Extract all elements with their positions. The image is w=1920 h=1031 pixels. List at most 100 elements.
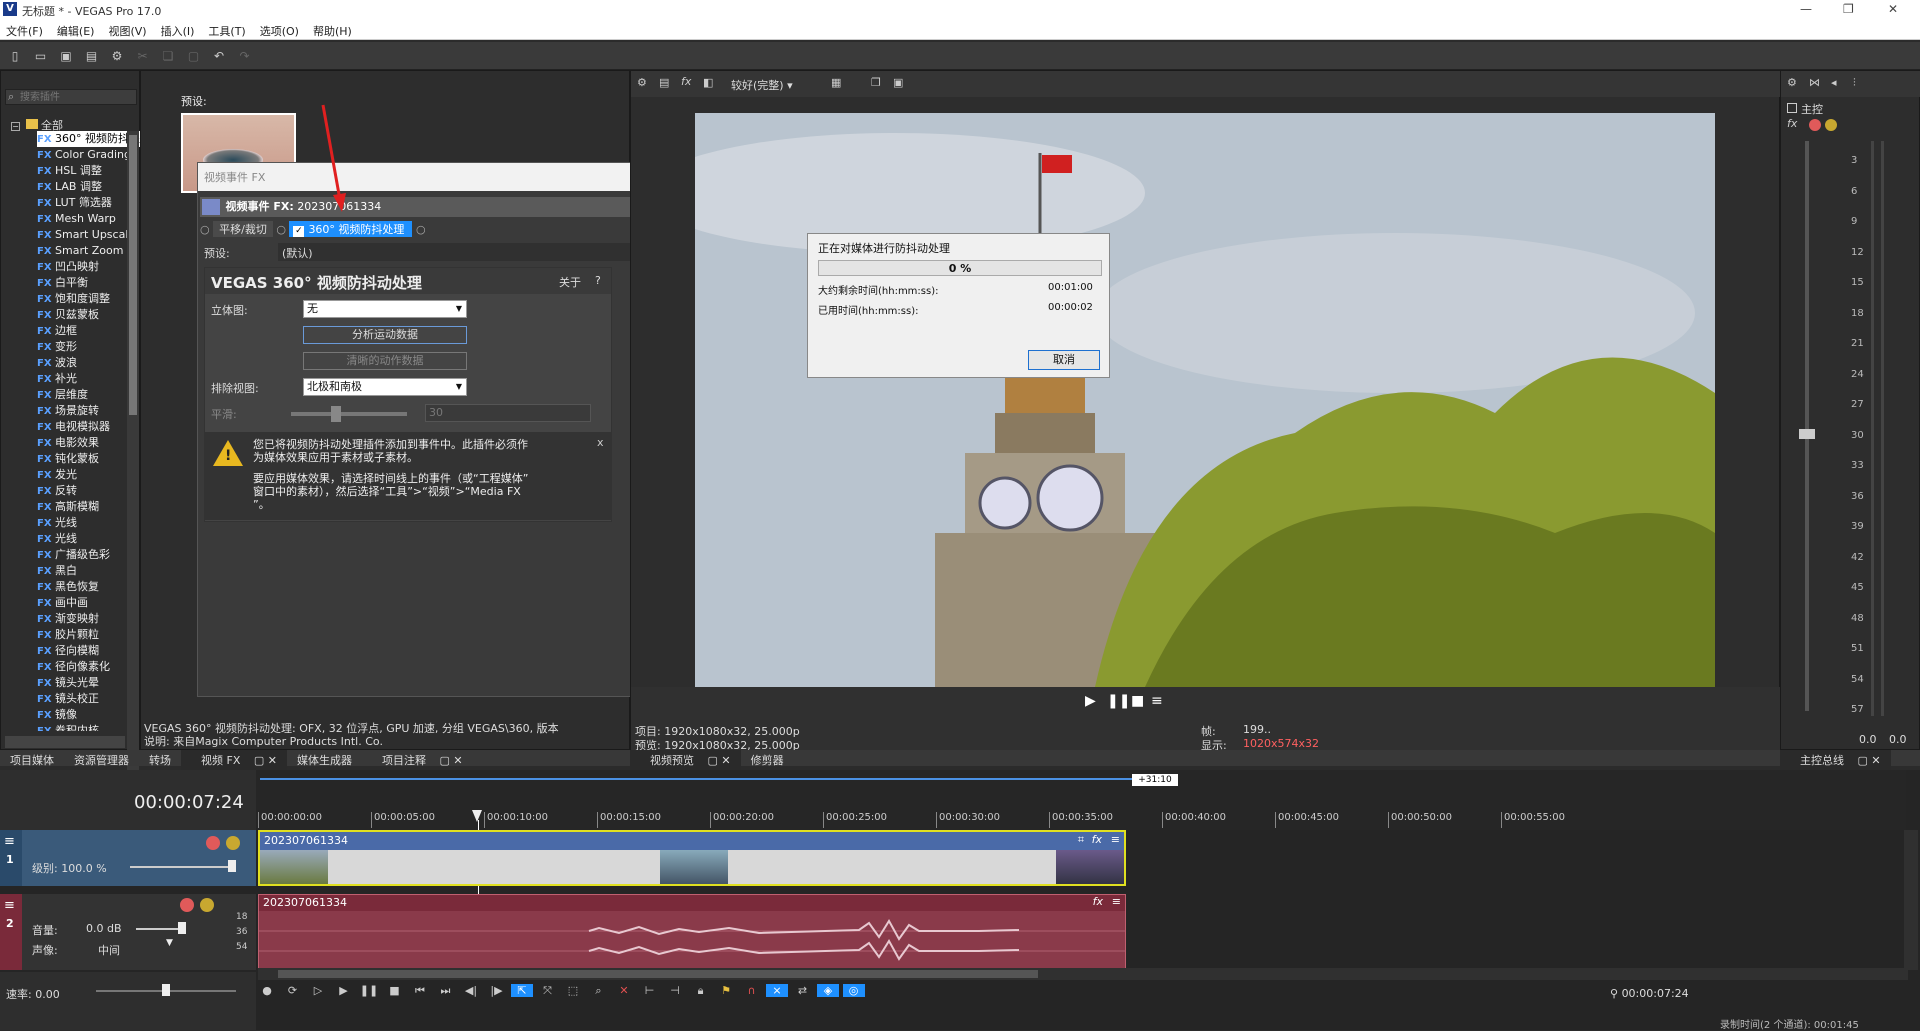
loop-region[interactable]	[260, 778, 1132, 780]
about-link[interactable]: 关于	[559, 274, 581, 290]
new-file-icon[interactable]: ▯	[5, 46, 25, 66]
tab-transitions[interactable]: 转场	[139, 751, 181, 769]
chain-item-stabilize[interactable]: ✓ 360° 视频防抖处理	[289, 221, 413, 237]
ripple-edit-icon[interactable]: ⇄	[792, 984, 814, 997]
tab-master-bus[interactable]: 主控总线 ▢ ✕	[1780, 750, 1891, 770]
redo-icon[interactable]: ↷	[235, 46, 255, 66]
video-clip[interactable]: 202307061334 ⌗ fx ≡	[258, 830, 1126, 886]
go-to-start-icon[interactable]: ⏮	[409, 984, 431, 998]
stop-icon[interactable]: ■	[1131, 693, 1144, 709]
overlay-grid-icon[interactable]: ▦	[831, 76, 841, 89]
smooth-slider-handle[interactable]	[331, 406, 341, 422]
chain-item-checkbox[interactable]: ✓	[293, 226, 305, 237]
plugin-search-input[interactable]	[20, 91, 134, 104]
menu-help[interactable]: 帮助(H)	[307, 20, 360, 39]
paste-icon[interactable]: ▢	[184, 46, 204, 66]
tab-media-generators[interactable]: 媒体生成器	[287, 751, 362, 769]
smooth-slider[interactable]	[291, 412, 407, 416]
save-snapshot-icon[interactable]: ▣	[893, 76, 903, 89]
audio-mute-icon[interactable]	[180, 898, 194, 912]
minimize-icon[interactable]: —	[1800, 2, 1812, 16]
track-menu-icon[interactable]: ≡	[0, 894, 22, 917]
delete-icon[interactable]: ✕	[613, 984, 635, 997]
go-to-end-icon[interactable]: ⏭	[435, 984, 457, 998]
marker-icon[interactable]: ⚑	[715, 984, 737, 997]
chain-item-pan-crop[interactable]: 平移/裁切	[213, 221, 273, 237]
audio-solo-icon[interactable]	[200, 898, 214, 912]
video-mute-icon[interactable]	[206, 836, 220, 850]
lock-icon[interactable]: 🔒︎	[690, 984, 712, 998]
split-icon[interactable]: ⊣	[664, 984, 686, 997]
timeline-vscrollbar[interactable]	[1904, 830, 1918, 970]
plugin-scrollbar[interactable]	[127, 131, 139, 811]
loop-icon[interactable]: ⟳	[282, 984, 304, 997]
clip-menu-icon[interactable]: ≡	[1112, 895, 1121, 908]
track-menu-icon[interactable]: ≡	[0, 830, 22, 853]
save-icon[interactable]: ▣	[56, 46, 76, 66]
rate-slider-handle[interactable]	[162, 984, 170, 996]
master-settings-gear-icon[interactable]: ⚙	[1787, 76, 1797, 89]
timeline-ruler[interactable]: +31:10 00:00:00:00 00:00:05:00 00:00:10:00…	[256, 770, 1906, 830]
smooth-input[interactable]: 30	[425, 404, 591, 422]
tab-explorer[interactable]: 资源管理器	[64, 751, 139, 769]
preview-device-icon[interactable]: ▤	[659, 76, 669, 89]
master-fader-track[interactable]	[1805, 141, 1809, 711]
master-fader-handle[interactable]	[1799, 429, 1815, 439]
volume-slider-handle[interactable]	[178, 922, 186, 934]
play-from-start-icon[interactable]: ▷	[307, 984, 329, 997]
copy-snapshot-icon[interactable]: ❐	[871, 76, 881, 89]
tab-project-notes[interactable]: 项目注释 ▢ ✕	[362, 750, 473, 770]
audio-track-header[interactable]: ≡ 2 音量: 0.0 dB 声像: 中间 ▼ 18 36 54	[0, 894, 256, 970]
warning-close-icon[interactable]: x	[597, 436, 604, 449]
pause-icon[interactable]: ❚❚	[1107, 693, 1130, 709]
undo-icon[interactable]: ↶	[209, 46, 229, 66]
video-solo-icon[interactable]	[226, 836, 240, 850]
master-mute-icon[interactable]	[1809, 119, 1821, 131]
stereo-dropdown[interactable]: 无 ▼	[303, 300, 467, 318]
pause-icon[interactable]: ❚❚	[358, 984, 380, 997]
audio-fx-icon[interactable]: fx	[1093, 895, 1103, 908]
plugin-search[interactable]: ⌕	[5, 89, 137, 105]
speaker-icon[interactable]: ◂	[1831, 76, 1837, 89]
settings-gear-icon[interactable]: ⚙	[107, 46, 127, 66]
edit-tool-icon[interactable]: ⇱	[511, 984, 533, 997]
envelope-tool-icon[interactable]: ⤧	[537, 984, 559, 998]
timeline-hscrollbar[interactable]	[258, 968, 1908, 980]
plugin-hscrollbar[interactable]	[5, 736, 125, 748]
trim-icon[interactable]: ⊢	[639, 984, 661, 997]
tab-project-media[interactable]: 项目媒体	[0, 751, 64, 769]
play-icon[interactable]: ▶	[333, 984, 355, 997]
record-icon[interactable]: ●	[256, 984, 278, 997]
selection-tool-icon[interactable]: ⬚	[562, 984, 584, 997]
exclude-dropdown[interactable]: 北极和南极 ▼	[303, 378, 467, 396]
preview-menu-icon[interactable]: ≡	[1151, 693, 1163, 709]
mixer-icon[interactable]: ⫶	[1853, 76, 1856, 90]
auto-crossfade-icon[interactable]: ⨯	[766, 984, 788, 997]
crop-icon[interactable]: ⌗	[1078, 833, 1084, 847]
pan-slider-handle[interactable]: ▼	[166, 938, 173, 948]
snapping-icon[interactable]: ∩	[741, 984, 763, 997]
lock-envelopes-icon[interactable]: ◈	[817, 984, 839, 997]
tab-video-fx[interactable]: 视频 FX ▢ ✕	[181, 750, 287, 770]
audio-clip[interactable]: 202307061334 fx ≡	[258, 894, 1126, 970]
cancel-button[interactable]: 取消	[1028, 350, 1100, 370]
copy-icon[interactable]: ❏	[158, 46, 178, 66]
ignore-grouping-icon[interactable]: ◎	[842, 984, 865, 997]
menu-tools[interactable]: 工具(T)	[202, 20, 253, 39]
master-fx-icon[interactable]: fx	[1787, 117, 1797, 130]
menu-file[interactable]: 文件(F)	[0, 20, 51, 39]
cut-icon[interactable]: ✂	[133, 46, 153, 66]
preview-quality-dropdown[interactable]: 较好(完整) ▾	[731, 77, 793, 93]
tab-video-preview[interactable]: 视频预览 ▢ ✕	[630, 750, 741, 770]
video-track-header[interactable]: ≡ 1 级别: 100.0 %	[0, 830, 256, 886]
preview-settings-gear-icon[interactable]: ⚙	[637, 76, 647, 89]
help-button[interactable]: ?	[595, 274, 601, 287]
play-icon[interactable]: ▶	[1085, 693, 1096, 709]
save-as-icon[interactable]: ▤	[82, 46, 102, 66]
zoom-tool-icon[interactable]: ⌕	[588, 984, 610, 998]
event-fx-icon[interactable]: fx	[1092, 833, 1102, 846]
next-frame-icon[interactable]: |▶	[486, 984, 508, 997]
analyze-motion-button[interactable]: 分析运动数据	[303, 326, 467, 344]
fx-icon[interactable]: fx	[681, 75, 691, 88]
close-icon[interactable]: ✕	[1888, 2, 1898, 16]
